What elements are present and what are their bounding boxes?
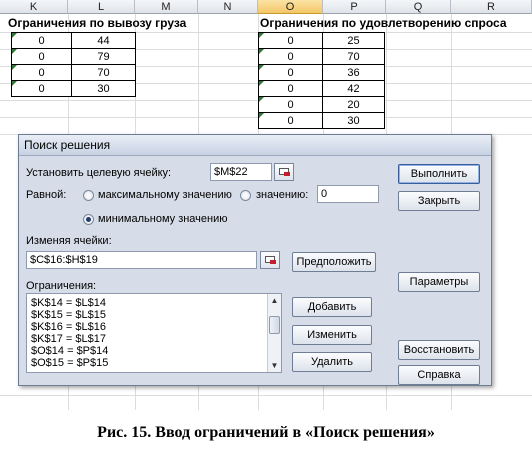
restore-button[interactable]: Восстановить <box>398 340 480 360</box>
target-cell-input[interactable]: $M$22 <box>210 163 272 181</box>
scroll-up-icon[interactable]: ▲ <box>268 294 281 307</box>
demand-table-title: Ограничения по удовлетворению спроса <box>260 16 507 30</box>
table-cell[interactable]: 20 <box>322 96 385 113</box>
table-row: 0 36 <box>258 64 385 81</box>
help-button[interactable]: Справка <box>398 365 480 385</box>
constraints-scrollbar[interactable]: ▲ ▼ <box>267 294 281 372</box>
column-header-n[interactable]: N <box>198 0 258 14</box>
list-item[interactable]: $O$14 = $P$14 <box>31 345 108 357</box>
table-cell[interactable]: 0 <box>11 80 72 97</box>
table-cell[interactable]: 30 <box>71 80 136 97</box>
list-item[interactable]: $K$15 = $L$15 <box>31 309 106 321</box>
column-header-k[interactable]: K <box>0 0 68 14</box>
grid-line <box>0 395 532 396</box>
export-table-title: Ограничения по вывозу груза <box>8 16 187 30</box>
table-cell[interactable]: 44 <box>71 32 136 49</box>
scroll-down-icon[interactable]: ▼ <box>268 359 281 372</box>
column-header-q[interactable]: Q <box>386 0 451 14</box>
table-row: 0 79 <box>11 48 136 65</box>
column-header-m[interactable]: M <box>135 0 198 14</box>
constraints-label: Ограничения: <box>26 280 97 292</box>
table-cell[interactable]: 0 <box>11 64 72 81</box>
table-cell[interactable]: 30 <box>322 112 385 129</box>
equal-to-label: Равной: <box>26 189 67 201</box>
list-item[interactable]: $K$16 = $L$16 <box>31 321 106 333</box>
table-row: 0 25 <box>258 32 385 49</box>
table-cell[interactable]: 36 <box>322 64 385 81</box>
max-value-label: максимальному значению <box>98 189 232 201</box>
table-cell[interactable]: 0 <box>11 32 72 49</box>
column-header-p[interactable]: P <box>323 0 386 14</box>
target-cell-label: Установить целевую ячейку: <box>26 167 172 179</box>
guess-button[interactable]: Предположить <box>292 252 376 272</box>
changing-cells-picker-button[interactable] <box>260 251 280 269</box>
table-row: 0 30 <box>11 80 136 97</box>
table-cell[interactable]: 0 <box>258 64 323 81</box>
target-cell-picker-button[interactable] <box>274 163 294 181</box>
list-item[interactable]: $K$14 = $L$14 <box>31 297 106 309</box>
column-header-o[interactable]: O <box>258 0 323 14</box>
table-cell[interactable]: 42 <box>322 80 385 97</box>
list-item[interactable]: $K$17 = $L$17 <box>31 333 106 345</box>
execute-button[interactable]: Выполнить <box>398 164 480 184</box>
value-input[interactable]: 0 <box>317 185 379 203</box>
min-value-label: минимальному значению <box>98 213 228 225</box>
close-button[interactable]: Закрыть <box>398 191 480 211</box>
table-cell[interactable]: 25 <box>322 32 385 49</box>
delete-button[interactable]: Удалить <box>292 352 372 372</box>
list-item[interactable]: $O$15 = $P$15 <box>31 357 108 369</box>
table-cell[interactable]: 0 <box>258 80 323 97</box>
dialog-titlebar[interactable]: Поиск решения <box>19 135 491 156</box>
table-cell[interactable]: 0 <box>258 96 323 113</box>
table-row: 0 20 <box>258 96 385 113</box>
table-cell[interactable]: 0 <box>11 48 72 65</box>
value-label: значению: <box>256 189 309 201</box>
table-cell[interactable]: 0 <box>258 112 323 129</box>
table-cell[interactable]: 0 <box>258 48 323 65</box>
figure-caption: Рис. 15. Ввод ограничений в «Поиск решен… <box>97 424 435 441</box>
max-value-radio[interactable] <box>83 190 94 201</box>
export-constraints-table: 0 44 0 79 0 70 0 30 <box>11 32 136 97</box>
column-header-l[interactable]: L <box>68 0 135 14</box>
table-cell[interactable]: 70 <box>71 64 136 81</box>
scroll-thumb[interactable] <box>269 316 280 334</box>
value-radio[interactable] <box>240 190 251 201</box>
table-row: 0 70 <box>258 48 385 65</box>
change-button[interactable]: Изменить <box>292 325 372 345</box>
table-row: 0 42 <box>258 80 385 97</box>
constraints-list[interactable]: $K$14 = $L$14 $K$15 = $L$15 $K$16 = $L$1… <box>26 293 282 373</box>
solver-dialog: Поиск решения Установить целевую ячейку:… <box>18 134 492 386</box>
changing-cells-input[interactable]: $C$16:$H$19 <box>26 251 257 269</box>
dialog-title: Поиск решения <box>24 138 111 152</box>
column-header-r[interactable]: R <box>451 0 532 14</box>
table-row: 0 44 <box>11 32 136 49</box>
add-button[interactable]: Добавить <box>292 297 372 317</box>
table-row: 0 70 <box>11 64 136 81</box>
demand-constraints-table: 0 25 0 70 0 36 0 42 0 20 0 30 <box>258 32 385 129</box>
changing-cells-label: Изменяя ячейки: <box>26 235 112 247</box>
table-row: 0 30 <box>258 112 385 129</box>
table-cell[interactable]: 0 <box>258 32 323 49</box>
min-value-radio[interactable] <box>83 214 94 225</box>
table-cell[interactable]: 79 <box>71 48 136 65</box>
table-cell[interactable]: 70 <box>322 48 385 65</box>
parameters-button[interactable]: Параметры <box>398 272 480 292</box>
